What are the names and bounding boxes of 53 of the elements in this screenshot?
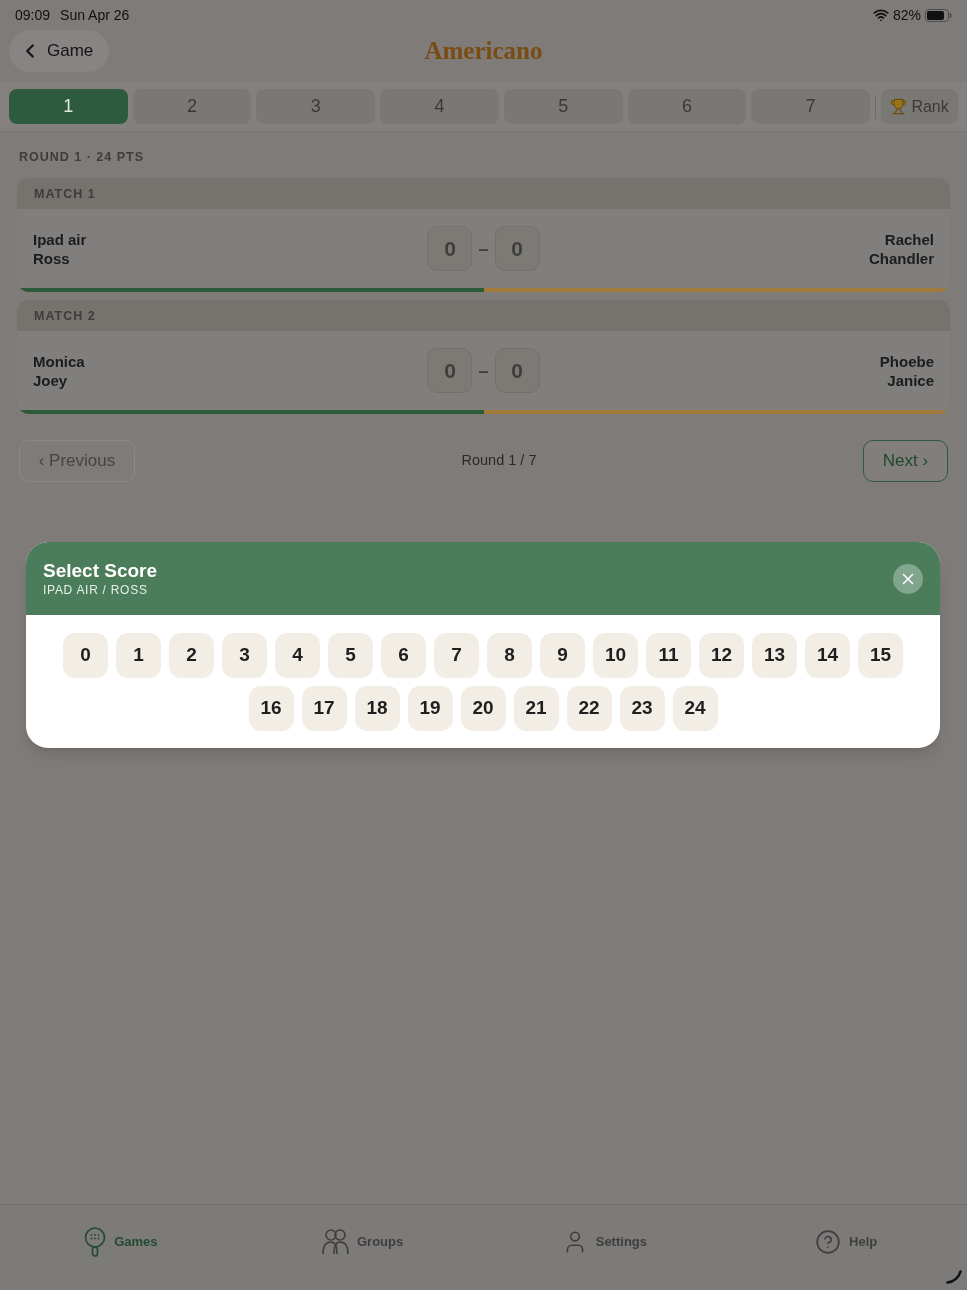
score-option[interactable]: 12	[699, 633, 744, 678]
score-option[interactable]: 6	[381, 633, 426, 678]
score-option[interactable]: 1	[116, 633, 161, 678]
people-icon	[322, 1229, 349, 1255]
score-option[interactable]: 10	[593, 633, 638, 678]
player-name: Phoebe	[879, 351, 934, 371]
score-option[interactable]: 24	[672, 686, 718, 731]
score-option[interactable]: 18	[354, 686, 400, 731]
score-option[interactable]: 16	[248, 686, 294, 731]
dialog-title: Select Score	[43, 559, 158, 582]
status-time: 09:09	[15, 5, 51, 25]
battery-percent: 82%	[892, 5, 921, 25]
wifi-icon	[872, 7, 889, 23]
racket-icon	[84, 1227, 107, 1257]
score-option[interactable]: 4	[275, 633, 320, 678]
curve-icon	[946, 1270, 962, 1284]
score-option[interactable]: 14	[805, 633, 850, 678]
score-option[interactable]: 21	[513, 686, 559, 731]
round-position: Round 1 / 7	[461, 451, 537, 471]
score-separator: –	[478, 359, 489, 382]
player-name: Ross	[33, 248, 70, 268]
score-option[interactable]: 11	[646, 633, 691, 678]
score-option[interactable]: 19	[407, 686, 453, 731]
score-option[interactable]: 5	[328, 633, 373, 678]
score-option[interactable]: 17	[301, 686, 347, 731]
player-name: Rachel	[884, 229, 934, 249]
score-option[interactable]: 23	[619, 686, 665, 731]
score-option[interactable]: 15	[858, 633, 903, 678]
score-option[interactable]: 2	[169, 633, 214, 678]
player-name: Joey	[33, 370, 68, 390]
score-option[interactable]: 3	[222, 633, 267, 678]
dialog-subtitle: IPAD AIR / ROSS	[43, 582, 149, 598]
score-option[interactable]: 0	[63, 633, 108, 678]
player-name: Janice	[887, 370, 934, 390]
score-option[interactable]: 9	[540, 633, 585, 678]
score-separator: –	[478, 237, 489, 260]
score-option[interactable]: 20	[460, 686, 506, 731]
round-tab[interactable]: 1	[9, 89, 128, 124]
help-icon	[815, 1229, 842, 1255]
close-button[interactable]	[893, 563, 923, 594]
player-name: Ipad air	[33, 229, 87, 249]
score-option[interactable]: 7	[434, 633, 479, 678]
trophy-icon	[890, 98, 908, 115]
battery-icon	[925, 8, 952, 22]
player-name: Chandler	[869, 248, 934, 268]
score-option[interactable]: 22	[566, 686, 612, 731]
back-button[interactable]: Game	[9, 30, 110, 72]
status-date: Sun Apr 26	[60, 5, 130, 25]
page-title: Americano	[424, 36, 543, 66]
round-heading: ROUND 1 · 24 PTS	[19, 150, 145, 164]
player-name: Monica	[33, 351, 85, 371]
score-option[interactable]: 8	[487, 633, 532, 678]
score-option[interactable]: 13	[752, 633, 797, 678]
